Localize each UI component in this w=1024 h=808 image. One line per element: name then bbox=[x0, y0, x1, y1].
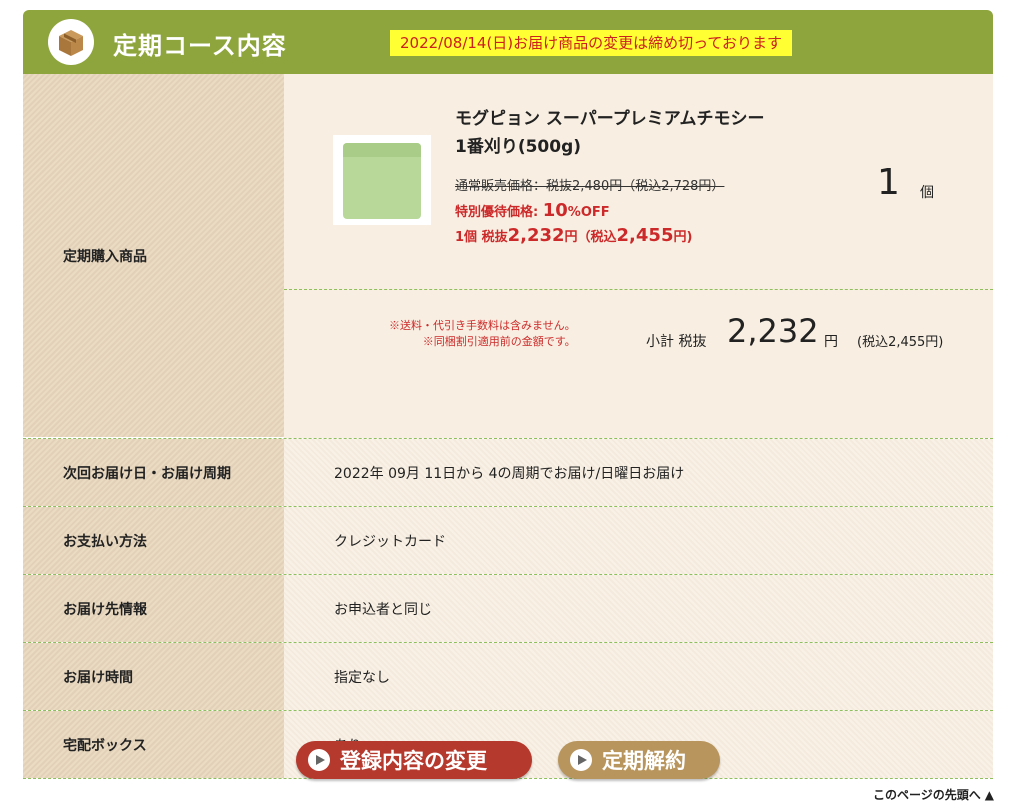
subscription-table: 定期購入商品 モグピョン スーパープレミアムチモシー 1番刈り(500g) 通常… bbox=[23, 74, 993, 779]
next-delivery-value: 2022年 09月 11日から 4の周期でお届け/日曜日お届け bbox=[284, 439, 993, 506]
product-name: モグピョン スーパープレミアムチモシー 1番刈り(500g) bbox=[455, 105, 765, 161]
unit-prefix: 1個 税抜 bbox=[455, 230, 508, 245]
payment-label: お支払い方法 bbox=[23, 507, 284, 574]
quantity: 1 bbox=[877, 162, 900, 203]
special-suffix: %OFF bbox=[567, 205, 610, 220]
delivery-address-label: お届け先情報 bbox=[23, 575, 284, 642]
cancel-subscription-button[interactable]: 定期解約 bbox=[558, 741, 720, 779]
special-price-label: 特別優待価格: bbox=[455, 205, 543, 220]
play-icon bbox=[570, 749, 592, 771]
product-row-value: モグピョン スーパープレミアムチモシー 1番刈り(500g) 通常販売価格：税抜… bbox=[284, 74, 993, 438]
subtotal-unit: 円 bbox=[824, 334, 838, 350]
subtotal-tax: (税込2,455円) bbox=[857, 335, 944, 350]
product-image bbox=[333, 135, 431, 225]
edit-registration-button[interactable]: 登録内容の変更 bbox=[296, 741, 532, 779]
unit-tax-incl: 2,455 bbox=[616, 225, 674, 246]
subscription-panel: 定期コース内容 2022/08/14(日)お届け商品の変更は締め切っております … bbox=[23, 10, 993, 779]
delivery-time-row: お届け時間 指定なし bbox=[23, 643, 993, 711]
back-to-top-link[interactable]: このページの先頭へ ▲ bbox=[873, 786, 994, 803]
unit-tax-excl: 2,232 bbox=[507, 225, 565, 246]
subtotal-label: 小計 税抜 bbox=[646, 334, 707, 350]
note-line2: ※同梱割引適用前の金額です。 bbox=[422, 335, 576, 348]
back-to-top-label: このページの先頭へ bbox=[873, 788, 981, 802]
product-row: 定期購入商品 モグピョン スーパープレミアムチモシー 1番刈り(500g) 通常… bbox=[23, 74, 993, 439]
delivery-time-label: お届け時間 bbox=[23, 643, 284, 710]
subtotal-area: ※送料・代引き手数料は含みません。 ※同梱割引適用前の金額です。 小計 税抜 2… bbox=[284, 290, 993, 438]
special-discount: 10 bbox=[542, 200, 568, 221]
cancel-button-label: 定期解約 bbox=[602, 749, 686, 773]
next-delivery-row: 次回お届け日・お届け周期 2022年 09月 11日から 4の周期でお届け/日曜… bbox=[23, 439, 993, 507]
next-delivery-label: 次回お届け日・お届け周期 bbox=[23, 439, 284, 506]
product-name-line1: モグピョン スーパープレミアムチモシー bbox=[455, 109, 765, 129]
delivery-address-value: お申込者と同じ bbox=[284, 575, 993, 642]
play-icon bbox=[308, 749, 330, 771]
arrow-up-icon: ▲ bbox=[984, 788, 994, 802]
special-price: 特別優待価格: 10%OFF bbox=[455, 200, 610, 221]
note-line1: ※送料・代引き手数料は含みません。 bbox=[389, 319, 576, 332]
edit-button-label: 登録内容の変更 bbox=[340, 749, 487, 773]
delivery-box-label: 宅配ボックス bbox=[23, 711, 284, 778]
package-icon bbox=[48, 19, 94, 65]
regular-price: 通常販売価格：税抜2,480円（税込2,728円） bbox=[455, 179, 725, 194]
product-details: モグピョン スーパープレミアムチモシー 1番刈り(500g) 通常販売価格：税抜… bbox=[284, 74, 993, 290]
payment-value: クレジットカード bbox=[284, 507, 993, 574]
deadline-notice: 2022/08/14(日)お届け商品の変更は締め切っております bbox=[390, 30, 792, 56]
unit-price: 1個 税抜2,232円（税込2,455円) bbox=[455, 225, 692, 246]
unit-end: 円) bbox=[673, 230, 693, 245]
delivery-time-value: 指定なし bbox=[284, 643, 993, 710]
panel-header: 定期コース内容 2022/08/14(日)お届け商品の変更は締め切っております bbox=[23, 10, 993, 74]
unit-mid: 円（税込 bbox=[564, 230, 617, 245]
payment-row: お支払い方法 クレジットカード bbox=[23, 507, 993, 575]
product-row-label: 定期購入商品 bbox=[23, 74, 284, 437]
product-bag-image bbox=[343, 143, 421, 219]
panel-title: 定期コース内容 bbox=[113, 32, 287, 60]
quantity-unit: 個 bbox=[920, 185, 934, 201]
subtotal-value: 2,232 bbox=[727, 312, 819, 350]
delivery-address-row: お届け先情報 お申込者と同じ bbox=[23, 575, 993, 643]
product-name-line2: 1番刈り(500g) bbox=[455, 137, 582, 157]
notes: ※送料・代引き手数料は含みません。 ※同梱割引適用前の金額です。 bbox=[389, 318, 576, 350]
